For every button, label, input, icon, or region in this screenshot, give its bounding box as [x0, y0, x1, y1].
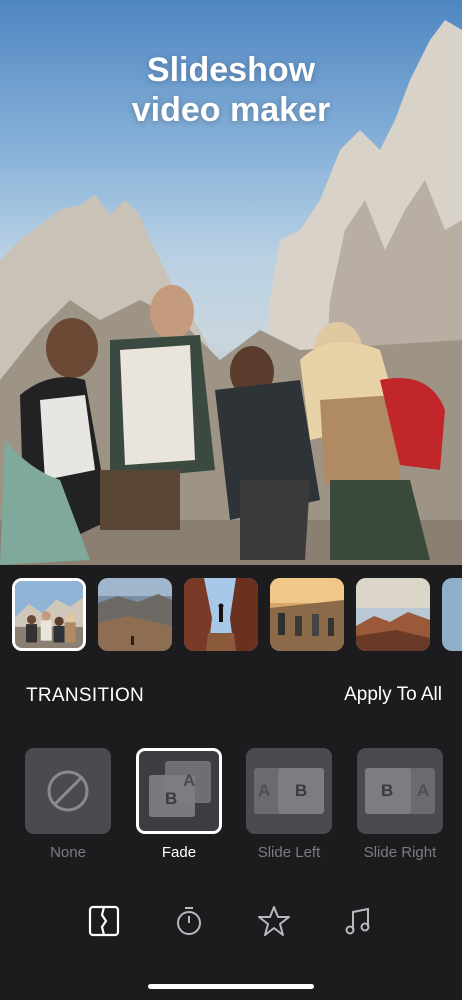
duration-tool-button[interactable]	[171, 903, 207, 939]
slide-right-icon: B A	[357, 748, 443, 834]
transition-title: TRANSITION	[26, 685, 145, 706]
bottom-toolbar	[0, 895, 462, 949]
slide-left-icon: A B	[246, 748, 332, 834]
transition-option-slide-left[interactable]: A B Slide Left	[246, 748, 332, 861]
apply-to-all-button[interactable]: Apply To All	[344, 684, 442, 706]
transition-option-none[interactable]: None	[25, 748, 111, 861]
music-note-icon	[345, 907, 370, 935]
fade-icon: A B	[139, 751, 219, 831]
home-indicator[interactable]	[148, 984, 314, 989]
timer-icon	[177, 907, 201, 935]
transition-label-slide-left: Slide Left	[257, 844, 321, 861]
transition-header: TRANSITION Apply To All	[0, 657, 462, 737]
thumbnail-partial[interactable]	[442, 578, 462, 651]
hero-title-line-1: Slideshow	[146, 51, 316, 89]
transition-tile-slide-left[interactable]: A B	[246, 748, 332, 834]
transition-option-fade[interactable]: A B Fade	[136, 748, 222, 861]
hero-title-line-2: video maker	[131, 91, 331, 129]
transition-tile-slide-right[interactable]: B A	[357, 748, 443, 834]
thumbnail-hikers-on-trail[interactable]	[270, 578, 344, 651]
hero-photo: Slideshow video maker	[0, 0, 462, 565]
fade-letter-a: A	[183, 771, 196, 790]
transition-option-slide-right[interactable]: B A Slide Right	[357, 748, 443, 861]
hero-title: Slideshow video maker	[0, 50, 462, 130]
fade-letter-b: B	[165, 789, 178, 808]
effects-tool-button[interactable]	[256, 903, 292, 939]
transition-label-slide-right: Slide Right	[363, 844, 437, 861]
transition-tool-button[interactable]	[86, 903, 122, 939]
slide-right-letter-a: A	[417, 781, 430, 800]
transition-label-none: None	[50, 844, 86, 861]
thumbnail-mountain-sunset[interactable]	[356, 578, 430, 651]
slide-left-letter-b: B	[295, 781, 308, 800]
prohibited-icon	[47, 770, 89, 812]
thumbnail-strip[interactable]	[0, 565, 462, 657]
slide-left-letter-a: A	[258, 781, 271, 800]
thumbnail-group-of-hikers[interactable]	[12, 578, 86, 651]
slide-right-letter-b: B	[381, 781, 394, 800]
thumbnail-canyon-landscape[interactable]	[98, 578, 172, 651]
star-icon	[258, 906, 290, 936]
transition-label-fade: Fade	[161, 844, 197, 861]
transition-tile-fade[interactable]: A B	[136, 748, 222, 834]
transition-icon	[88, 905, 120, 937]
transition-tile-none[interactable]	[25, 748, 111, 834]
thumbnail-hiker-in-rock-gap[interactable]	[184, 578, 258, 651]
music-tool-button[interactable]	[340, 903, 376, 939]
